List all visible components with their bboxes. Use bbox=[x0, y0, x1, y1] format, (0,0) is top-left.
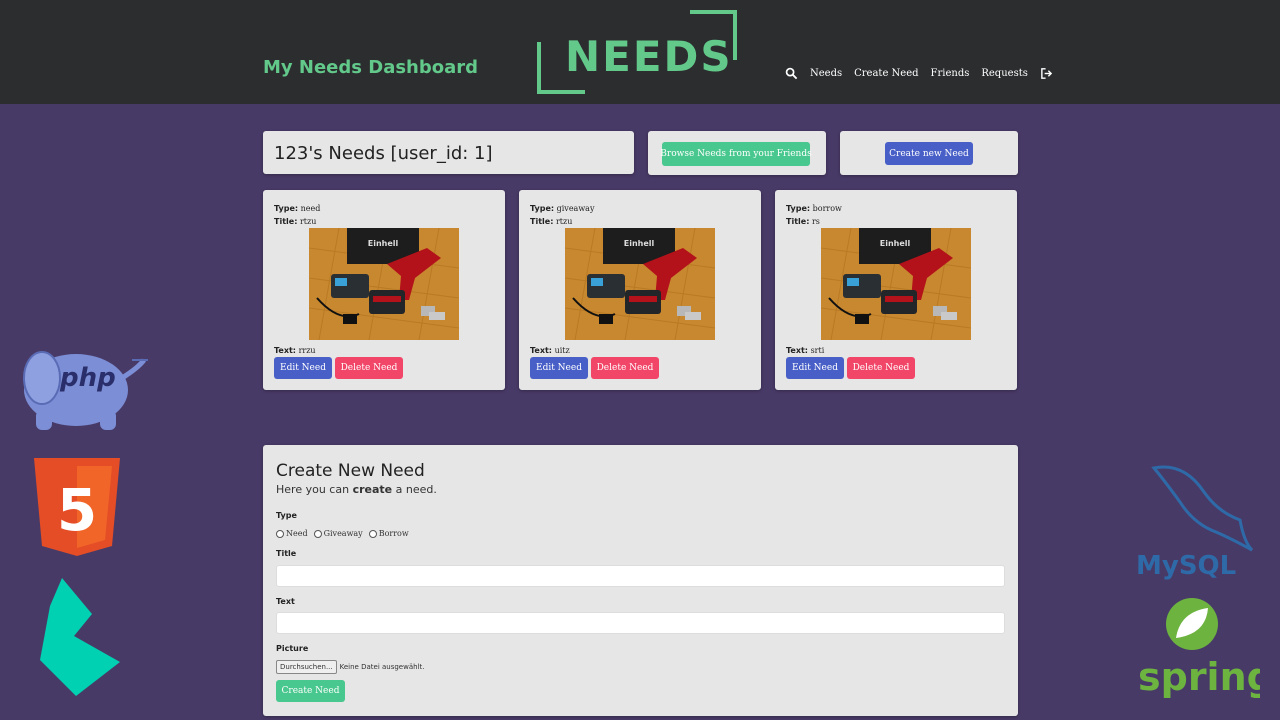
radio-need[interactable]: Need bbox=[276, 529, 308, 538]
radio-giveaway[interactable]: Giveaway bbox=[313, 529, 363, 538]
browse-file-button[interactable]: Durchsuchen... bbox=[276, 660, 337, 674]
search-icon[interactable] bbox=[785, 67, 798, 80]
nav-link-create-need[interactable]: Create Need bbox=[854, 68, 918, 79]
need-text: Text: uitz bbox=[530, 346, 570, 355]
text-label: Text bbox=[276, 597, 295, 606]
title-label: Title bbox=[276, 549, 297, 558]
photo-brand-text: Einhell bbox=[880, 239, 911, 248]
create-new-need-button[interactable]: Create new Need bbox=[885, 142, 973, 165]
page-title: 123's Needs [user_id: 1] bbox=[274, 143, 493, 164]
radio-button[interactable] bbox=[368, 529, 377, 538]
svg-text:5: 5 bbox=[57, 476, 97, 544]
svg-text:php: php bbox=[59, 363, 116, 393]
picture-label: Picture bbox=[276, 644, 309, 653]
need-type: Type: need bbox=[274, 204, 321, 213]
html5-logo: 5 bbox=[34, 458, 120, 556]
delete-need-button[interactable]: Delete Need bbox=[847, 357, 915, 379]
browse-friends-needs-button[interactable]: Browse Needs from your Friends bbox=[660, 142, 812, 166]
need-title: Title: rs bbox=[786, 217, 820, 226]
php-elephant-logo: php bbox=[23, 351, 148, 430]
delete-need-button[interactable]: Delete Need bbox=[335, 357, 403, 379]
form-subtitle: Here you can create a need. bbox=[276, 483, 437, 496]
nav-link-friends[interactable]: Friends bbox=[931, 68, 970, 79]
create-need-submit-button[interactable]: Create Need bbox=[276, 680, 345, 702]
user-needs-header: 123's Needs [user_id: 1] bbox=[263, 131, 634, 174]
logout-icon[interactable] bbox=[1040, 67, 1053, 80]
need-text: Text: srti bbox=[786, 346, 825, 355]
form-title: Create New Need bbox=[276, 461, 425, 481]
bulma-logo bbox=[40, 578, 120, 696]
need-picture: Einhell bbox=[309, 228, 459, 340]
nav-menu: Needs Create Need Friends Requests bbox=[785, 64, 1053, 82]
title-input[interactable] bbox=[276, 565, 1005, 587]
text-input[interactable] bbox=[276, 612, 1005, 634]
mysql-logo: MySQL bbox=[1136, 465, 1254, 580]
nav-link-requests[interactable]: Requests bbox=[981, 68, 1028, 79]
browse-box: Browse Needs from your Friends bbox=[648, 131, 826, 175]
spring-logo: spring bbox=[1138, 598, 1260, 698]
need-text: Text: rrzu bbox=[274, 346, 316, 355]
file-status: Keine Datei ausgewählt. bbox=[339, 663, 425, 671]
drill-kit-photo: Einhell bbox=[309, 228, 459, 340]
need-picture: Einhell bbox=[565, 228, 715, 340]
delete-need-button[interactable]: Delete Need bbox=[591, 357, 659, 379]
logo-text: NEEDS bbox=[565, 32, 733, 81]
create-box: Create new Need bbox=[840, 131, 1018, 175]
need-type: Type: borrow bbox=[786, 204, 842, 213]
brand-title[interactable]: My Needs Dashboard bbox=[263, 57, 478, 78]
need-card: Type: giveaway Title: rtzu Einhell Text:… bbox=[519, 190, 761, 390]
drill-kit-photo: Einhell bbox=[821, 228, 971, 340]
need-title: Title: rtzu bbox=[274, 217, 317, 226]
photo-brand-text: Einhell bbox=[624, 239, 655, 248]
type-radio-group: Need Giveaway Borrow bbox=[276, 529, 409, 538]
drill-kit-photo: Einhell bbox=[565, 228, 715, 340]
edit-need-button[interactable]: Edit Need bbox=[530, 357, 588, 379]
radio-borrow[interactable]: Borrow bbox=[368, 529, 409, 538]
svg-text:spring: spring bbox=[1138, 655, 1260, 698]
need-card: Type: borrow Title: rs Einhell Text: srt… bbox=[775, 190, 1017, 390]
photo-brand-text: Einhell bbox=[368, 239, 399, 248]
navbar: My Needs Dashboard NEEDS Needs Create Ne… bbox=[0, 0, 1280, 104]
edit-need-button[interactable]: Edit Need bbox=[274, 357, 332, 379]
needs-logo: NEEDS bbox=[537, 10, 737, 94]
need-title: Title: rtzu bbox=[530, 217, 573, 226]
create-need-form: Create New Need Here you can create a ne… bbox=[263, 445, 1018, 716]
need-type: Type: giveaway bbox=[530, 204, 595, 213]
radio-button[interactable] bbox=[313, 529, 322, 538]
radio-button[interactable] bbox=[276, 529, 284, 538]
picture-file-input: Durchsuchen... Keine Datei ausgewählt. bbox=[276, 660, 424, 674]
nav-link-needs[interactable]: Needs bbox=[810, 68, 842, 79]
need-card: Type: need Title: rtzu Einhell Text: rrz… bbox=[263, 190, 505, 390]
need-picture: Einhell bbox=[821, 228, 971, 340]
type-label: Type bbox=[276, 511, 297, 520]
edit-need-button[interactable]: Edit Need bbox=[786, 357, 844, 379]
svg-text:MySQL: MySQL bbox=[1136, 551, 1236, 580]
